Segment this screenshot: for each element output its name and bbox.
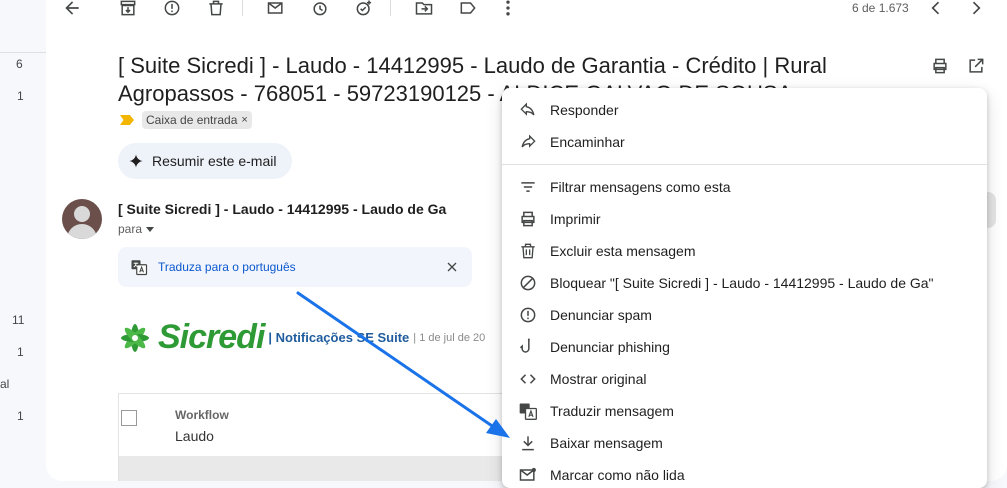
- close-icon[interactable]: [444, 259, 460, 275]
- download-icon: [522, 436, 534, 451]
- inbox-label-chip: Caixa de entrada ×: [142, 111, 252, 129]
- email-toolbar: 6 de 1.673: [46, 0, 1007, 20]
- menu-item-report-phishing[interactable]: Denunciar phishing: [502, 331, 987, 363]
- sicredi-wordmark: Sicredi: [158, 318, 265, 356]
- menu-item-show-original[interactable]: Mostrar original: [502, 363, 987, 395]
- summarize-email-button[interactable]: Resumir este e-mail: [118, 143, 293, 179]
- menu-item-label: Bloquear "[ Suite Sicredi ] - Laudo - 14…: [550, 275, 934, 291]
- sicredi-leaf-icon: [121, 323, 149, 352]
- menu-item-label: Excluir esta mensagem: [550, 243, 696, 259]
- menu-item-label: Baixar mensagem: [550, 435, 663, 451]
- menu-item-block[interactable]: Bloquear "[ Suite Sicredi ] - Laudo - 14…: [502, 267, 987, 299]
- snooze-icon[interactable]: [308, 0, 332, 20]
- unread-count: 1: [17, 409, 24, 423]
- remove-label-icon[interactable]: ×: [241, 114, 247, 126]
- unread-count: 6: [16, 57, 23, 71]
- mark-unread-icon[interactable]: [264, 0, 288, 20]
- label-row: Caixa de entrada ×: [120, 111, 252, 129]
- phishing-hook-icon: [519, 338, 530, 353]
- menu-item-forward[interactable]: Encaminhar: [502, 126, 987, 158]
- move-to-icon[interactable]: [412, 0, 436, 20]
- menu-item-label: Denunciar spam: [550, 307, 652, 323]
- sender-name: [ Suite Sicredi ] - Laudo - 14412995 - L…: [118, 201, 447, 217]
- menu-divider: [502, 164, 987, 165]
- message-more-menu: Responder Encaminhar Filtrar mensagens c…: [502, 88, 987, 488]
- menu-item-label: Marcar como não lida: [550, 467, 685, 483]
- workflow-title: Workflow: [175, 408, 229, 422]
- code-icon: [520, 374, 536, 384]
- toolbar-separator: [390, 0, 391, 16]
- important-marker-icon[interactable]: [120, 115, 134, 125]
- back-arrow-icon[interactable]: [60, 0, 84, 20]
- menu-item-label: Filtrar mensagens como esta: [550, 179, 731, 195]
- next-icon[interactable]: [964, 0, 988, 20]
- menu-item-label: Mostrar original: [550, 371, 647, 387]
- filter-icon: [521, 182, 535, 192]
- unread-count: 1: [17, 89, 24, 103]
- forward-icon: [521, 134, 536, 148]
- translate-icon: [131, 260, 148, 276]
- divider: [0, 52, 46, 53]
- left-message-list-strip: 6 1 11 1 al 1: [0, 0, 46, 488]
- subject-line-1: [ Suite Sicredi ] - Laudo - 14412995 - L…: [118, 53, 827, 78]
- trash-icon: [521, 243, 535, 259]
- print-icon: [521, 211, 535, 227]
- broken-image-icon: [121, 410, 137, 426]
- reply-icon: [520, 102, 535, 116]
- menu-item-download[interactable]: Baixar mensagem: [502, 427, 987, 459]
- add-task-icon[interactable]: [352, 0, 376, 20]
- email-date: | 1 de jul de 20: [413, 331, 486, 344]
- open-new-window-icon[interactable]: [964, 54, 988, 78]
- para-label: para: [118, 222, 143, 236]
- menu-item-filter[interactable]: Filtrar mensagens como esta: [502, 171, 987, 203]
- card-band: [119, 456, 519, 481]
- avatar[interactable]: [62, 199, 102, 239]
- unread-count: 11: [12, 313, 25, 327]
- menu-item-translate[interactable]: Traduzir mensagem: [502, 395, 987, 427]
- menu-item-label: Denunciar phishing: [550, 339, 670, 355]
- prev-icon[interactable]: [924, 0, 948, 20]
- translate-link[interactable]: Traduza para o português: [158, 260, 296, 274]
- chip-label: Caixa de entrada: [146, 113, 238, 127]
- delete-icon[interactable]: [204, 0, 228, 20]
- truncated-label: al: [0, 377, 10, 391]
- report-spam-icon[interactable]: [160, 0, 184, 20]
- mark-unread-icon: [519, 467, 536, 481]
- more-vert-icon[interactable]: [496, 0, 520, 20]
- notification-label: | Notificações SE Suite: [268, 330, 410, 345]
- sparkle-icon: [129, 154, 143, 168]
- unread-count: 1: [17, 345, 24, 359]
- print-all-icon[interactable]: [928, 54, 952, 78]
- translate-bar: Traduza para o português: [118, 247, 472, 287]
- menu-item-report-spam[interactable]: Denunciar spam: [502, 299, 987, 331]
- page-count: 6 de 1.673: [852, 1, 909, 15]
- summarize-label: Resumir este e-mail: [152, 153, 277, 169]
- workflow-subtitle: Laudo: [175, 428, 214, 444]
- menu-item-label: Encaminhar: [550, 134, 625, 150]
- report-icon: [520, 307, 536, 323]
- menu-item-mark-unread[interactable]: Marcar como não lida: [502, 459, 987, 488]
- archive-icon[interactable]: [116, 0, 140, 20]
- translate-icon: [519, 403, 537, 420]
- menu-item-label: Imprimir: [550, 211, 601, 227]
- menu-item-delete[interactable]: Excluir esta mensagem: [502, 235, 987, 267]
- toolbar-separator: [242, 0, 243, 16]
- menu-item-print[interactable]: Imprimir: [502, 203, 987, 235]
- recipients-toggle[interactable]: para: [118, 222, 155, 236]
- menu-item-label: Traduzir mensagem: [550, 403, 674, 419]
- label-icon[interactable]: [456, 0, 480, 20]
- sicredi-logo-header: Sicredi | Notificações SE Suite | 1 de j…: [116, 318, 485, 357]
- menu-item-reply[interactable]: Responder: [502, 94, 987, 126]
- block-icon: [520, 275, 536, 291]
- menu-item-label: Responder: [550, 102, 619, 118]
- workflow-card: Workflow Laudo: [118, 393, 519, 481]
- chevron-down-icon: [146, 226, 155, 232]
